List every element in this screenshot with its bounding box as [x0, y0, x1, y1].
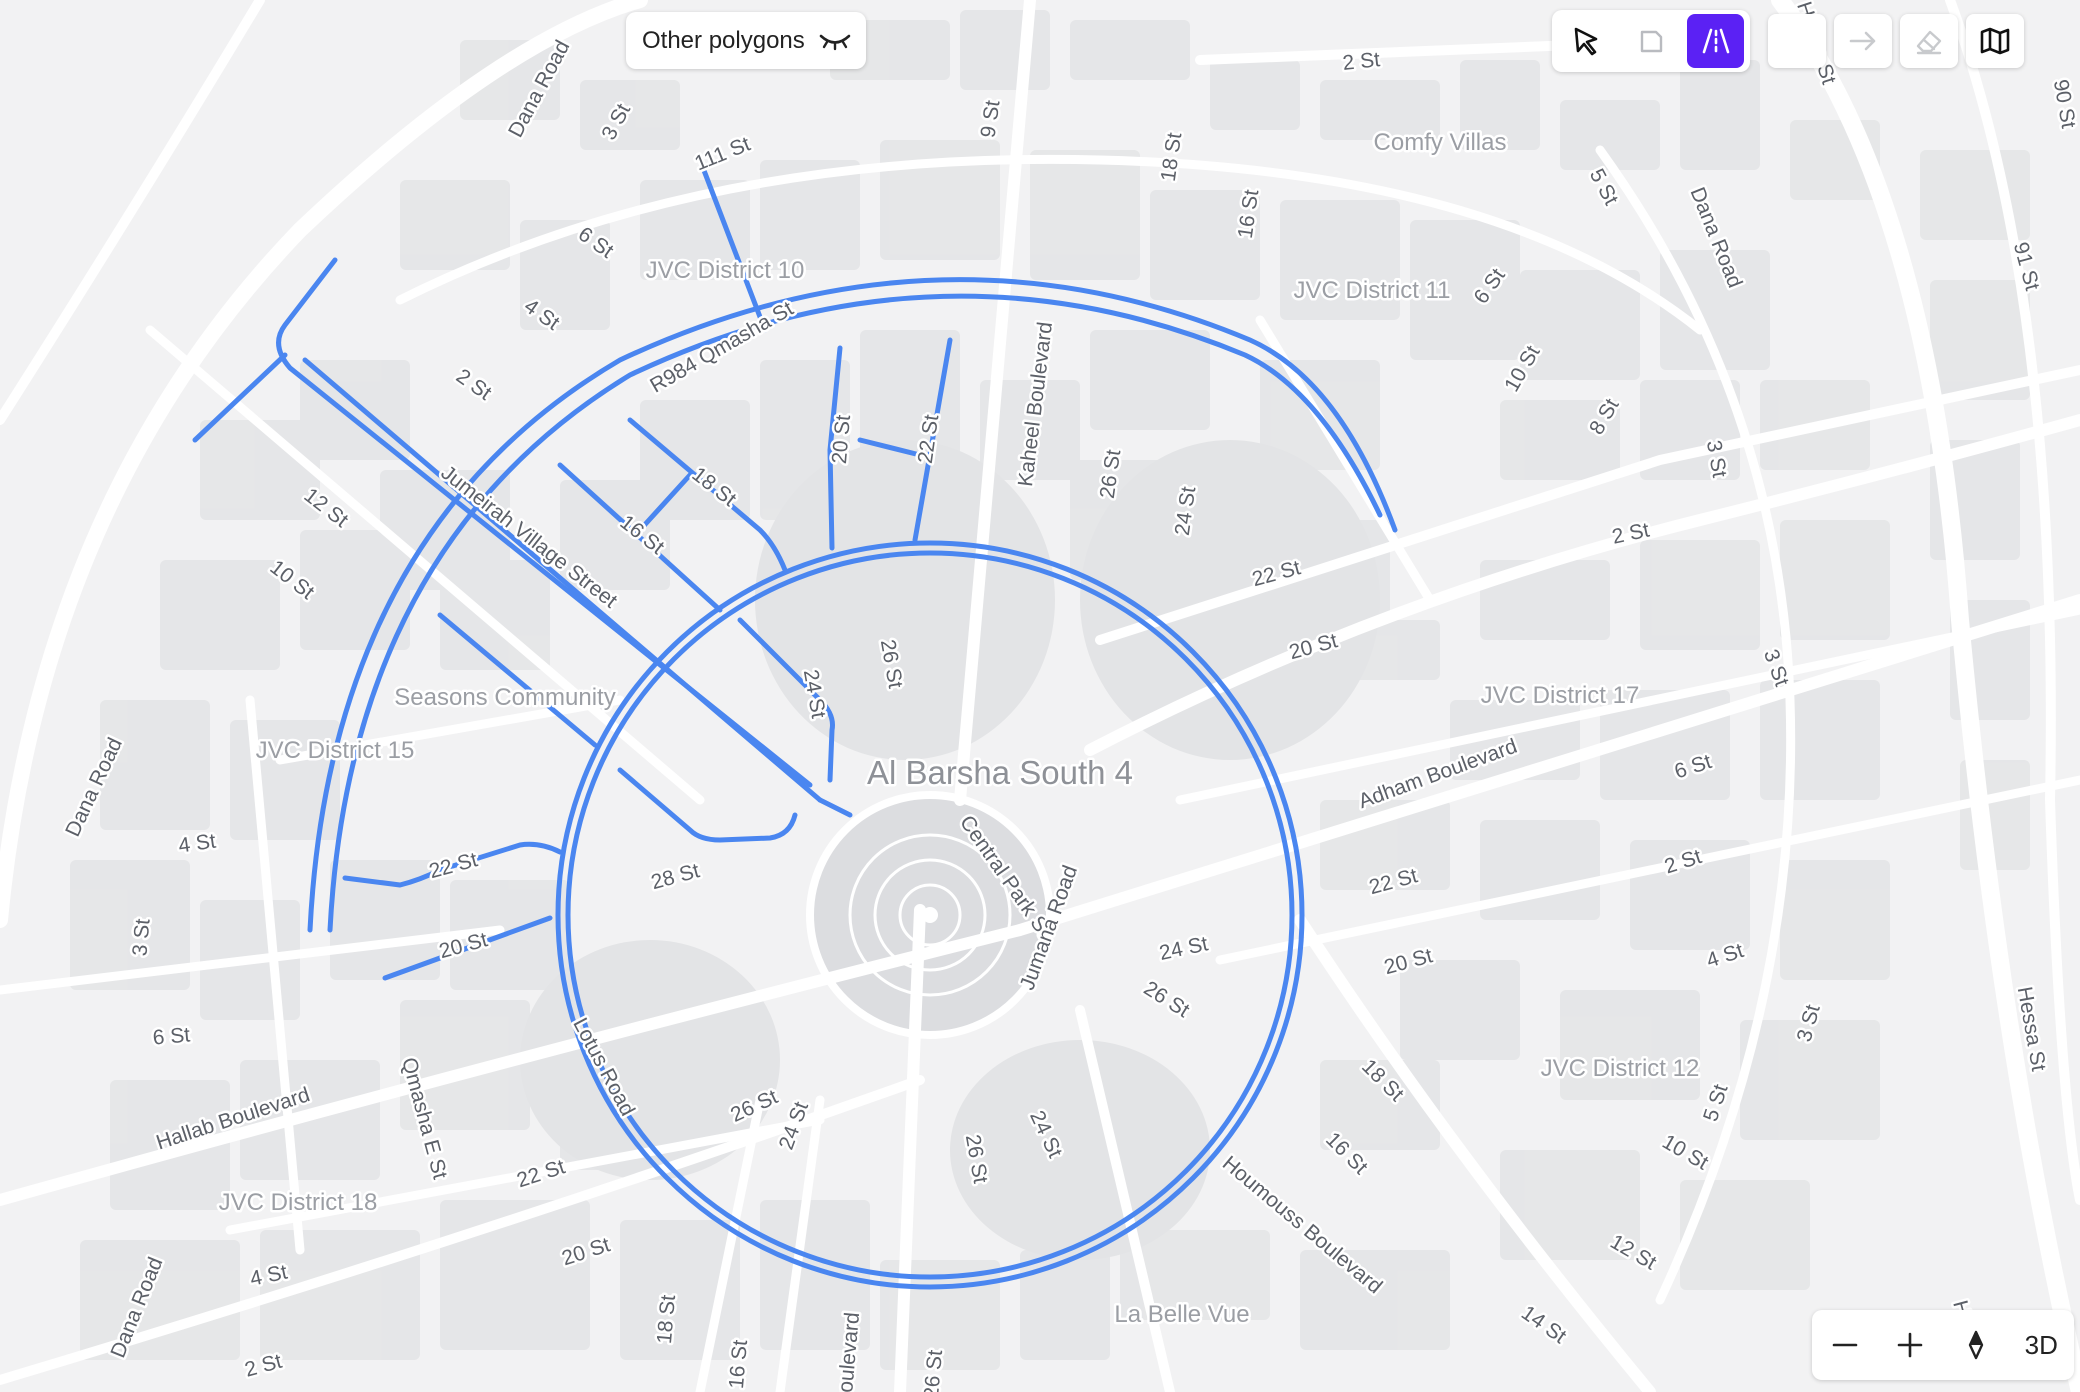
compass-icon — [1968, 1330, 1983, 1360]
street-label: 3 St — [128, 918, 154, 957]
basemap-button[interactable] — [1966, 14, 2024, 68]
pointer-icon — [1575, 27, 1598, 56]
street-label: 6 St — [152, 1023, 191, 1049]
street-label: 16 St — [725, 1339, 752, 1390]
minus-icon — [1832, 1343, 1858, 1347]
drawing-toolbar — [1552, 10, 1750, 72]
plus-icon — [1897, 1332, 1923, 1358]
layer-selector[interactable]: Other polygons — [626, 12, 866, 69]
street-label: 18 St — [653, 1294, 680, 1345]
eye-closed-icon[interactable] — [818, 31, 852, 51]
undo-button[interactable] — [1768, 14, 1826, 68]
compass-button[interactable] — [1948, 1317, 2004, 1373]
view-mode-3d-button[interactable]: 3D — [2013, 1317, 2069, 1373]
eraser-icon — [1916, 30, 1942, 55]
select-tool-button[interactable] — [1558, 14, 1615, 68]
street-label: 2 St — [1342, 48, 1382, 75]
polygon-tool-button[interactable] — [1623, 14, 1680, 68]
map-canvas[interactable]: Al Barsha South 4 Comfy Villas JVC Distr… — [0, 0, 2080, 1392]
edit-toolbar — [1762, 10, 2074, 72]
label-jvc11: JVC District 11 — [1294, 277, 1451, 304]
road-icon — [1702, 28, 1729, 54]
label-jvc10: JVC District 10 — [646, 257, 805, 284]
redo-button[interactable] — [1834, 14, 1892, 68]
label-jvc17: JVC District 17 — [1481, 682, 1640, 709]
label-jvc15: JVC District 15 — [256, 737, 415, 764]
street-label: 26 St — [920, 1349, 947, 1392]
layer-selector-label: Other polygons — [642, 26, 805, 54]
square-icon — [1640, 30, 1663, 53]
undo-icon — [1780, 24, 1814, 58]
label-jvc12: JVC District 12 — [1541, 1055, 1700, 1082]
label-seasons: Seasons Community — [394, 684, 615, 711]
label-comfy-villas: Comfy Villas — [1374, 129, 1507, 156]
label-la-belle-vue: La Belle Vue — [1114, 1301, 1249, 1328]
label-jvc18: JVC District 18 — [219, 1189, 378, 1216]
eraser-button[interactable] — [1900, 14, 1958, 68]
zoom-in-button[interactable] — [1882, 1317, 1938, 1373]
zoom-controls: 3D — [1812, 1310, 2074, 1380]
street-label: 20 St — [828, 414, 855, 465]
map-icon — [1980, 27, 2010, 55]
zoom-out-button[interactable] — [1817, 1317, 1873, 1373]
road-tool-button[interactable] — [1687, 14, 1745, 68]
arrow-right-icon — [1849, 31, 1876, 51]
label-al-barsha: Al Barsha South 4 — [867, 754, 1133, 791]
